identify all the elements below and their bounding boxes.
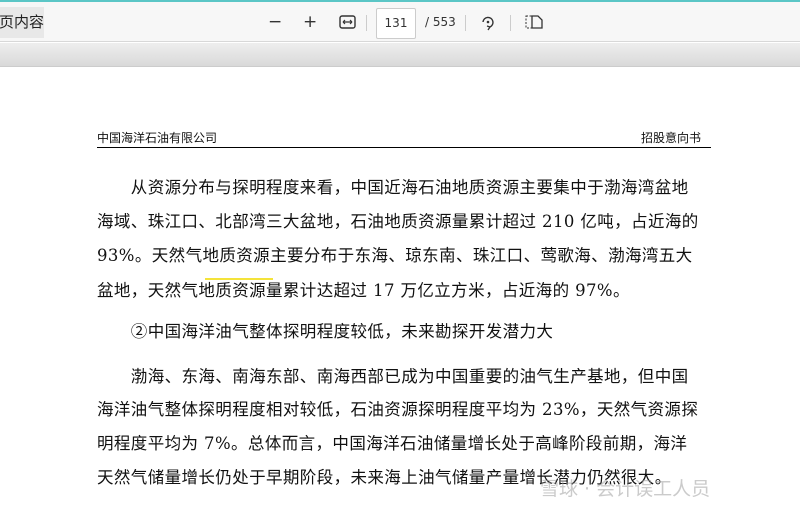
pdf-toolbar: 页内容 − + 131 / 553: [0, 0, 800, 42]
fit-width-icon[interactable]: [339, 14, 356, 34]
viewer-gap: [0, 43, 800, 67]
page-total: / 553: [425, 15, 456, 29]
watermark: 雪球 · 会计误工人员: [540, 478, 711, 500]
zoom-out-button[interactable]: −: [268, 12, 282, 32]
text-line: 从资源分布与探明程度来看，中国近海石油地质资源主要集中于渤海湾盆地: [97, 178, 689, 197]
text-line: 盆地，天然气地质资源量累计达超过 17 万亿立方米，占近海的 97%。: [97, 281, 630, 300]
divider: [465, 15, 466, 31]
text-line: 渤海、东海、南海东部、南海西部已成为中国重要的油气生产基地，但中国: [97, 367, 689, 386]
text-line: 明程度平均为 7%。总体而言，中国海洋石油储量增长处于高峰阶段前期，海洋: [97, 434, 688, 453]
subheading: ②中国海洋油气整体探明程度较低，未来勘探开发潜力大: [97, 322, 554, 341]
pdf-page: 中国海洋石油有限公司 招股意向书 从资源分布与探明程度来看，中国近海石油地质资源…: [0, 67, 800, 512]
divider: [510, 15, 511, 31]
page-layout-icon[interactable]: [525, 14, 543, 35]
divider: [366, 15, 367, 31]
header-left: 中国海洋石油有限公司: [97, 131, 218, 145]
page-content-button[interactable]: 页内容: [0, 7, 44, 38]
rotate-icon[interactable]: [480, 13, 496, 37]
text-line: 93%。天然气地质资源主要分布于东海、琼东南、珠江口、莺歌海、渤海湾五大: [97, 246, 693, 265]
page-number-input[interactable]: 131: [376, 8, 416, 39]
header-right: 招股意向书: [641, 131, 702, 145]
zoom-in-button[interactable]: +: [303, 12, 317, 32]
text-line: 海域、珠江口、北部湾三大盆地，石油地质资源量累计超过 210 亿吨，占近海的: [97, 212, 699, 231]
header-rule: [97, 147, 711, 148]
text-line: 海洋油气整体探明程度相对较低，石油资源探明程度平均为 23%，天然气资源探: [97, 400, 699, 419]
